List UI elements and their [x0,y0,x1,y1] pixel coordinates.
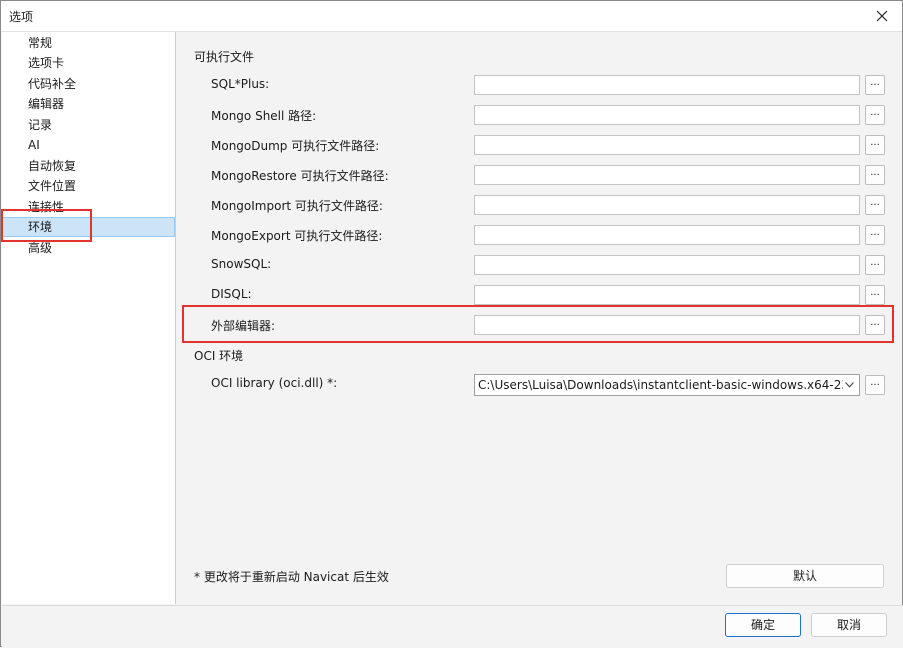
external-editor-browse-button[interactable]: ... [865,315,885,335]
sidebar-item-file-location[interactable]: 文件位置 [2,176,175,196]
close-button[interactable] [862,1,902,31]
snowsql-path-input[interactable] [474,255,860,275]
close-icon [876,10,888,22]
ok-button[interactable]: 确定 [725,613,801,637]
options-category-list: 常规 选项卡 代码补全 编辑器 记录 AI 自动恢复 文件位置 连接性 环境 高… [2,32,176,604]
sidebar-item-ai[interactable]: AI [2,135,175,155]
title-bar: 选项 [1,1,902,32]
mongodump-browse-button[interactable]: ... [865,135,885,155]
external-editor-path-input[interactable] [474,315,860,335]
mongoimport-path-input[interactable] [474,195,860,215]
sidebar-item-editor[interactable]: 编辑器 [2,94,175,114]
restart-note: * 更改将于重新启动 Navicat 后生效 [194,570,389,584]
disql-label: DISQL: [211,287,252,301]
mongoimport-browse-button[interactable]: ... [865,195,885,215]
mongo-shell-browse-button[interactable]: ... [865,105,885,125]
sidebar-item-advanced[interactable]: 高级 [2,238,175,258]
sidebar-item-logging[interactable]: 记录 [2,115,175,135]
mongo-shell-path-input[interactable] [474,105,860,125]
sidebar-item-tabs[interactable]: 选项卡 [2,53,175,73]
oci-library-select[interactable]: C:\Users\Luisa\Downloads\instantclient-b… [474,374,860,396]
sidebar-item-connectivity[interactable]: 连接性 [2,197,175,217]
mongorestore-path-input[interactable] [474,165,860,185]
options-dialog: 选项 常规 选项卡 代码补全 编辑器 记录 AI 自动恢复 文件位置 连接性 环… [0,0,903,648]
disql-path-input[interactable] [474,285,860,305]
sqlplus-browse-button[interactable]: ... [865,75,885,95]
mongodump-label: MongoDump 可执行文件路径: [211,139,380,153]
mongoexport-label: MongoExport 可执行文件路径: [211,229,383,243]
dialog-footer: 确定 取消 [2,605,903,648]
executables-section-title: 可执行文件 [194,50,255,64]
oci-section-title: OCI 环境 [194,349,244,363]
default-button[interactable]: 默认 [726,564,884,588]
chevron-down-icon [843,375,855,395]
mongoexport-path-input[interactable] [474,225,860,245]
mongoimport-label: MongoImport 可执行文件路径: [211,199,383,213]
sqlplus-label: SQL*Plus: [211,77,270,91]
sqlplus-path-input[interactable] [474,75,860,95]
sidebar-item-auto-recovery[interactable]: 自动恢复 [2,156,175,176]
snowsql-label: SnowSQL: [211,257,272,271]
environment-settings-panel: 可执行文件 SQL*Plus: ... Mongo Shell 路径: ... … [176,32,902,604]
snowsql-browse-button[interactable]: ... [865,255,885,275]
mongorestore-label: MongoRestore 可执行文件路径: [211,169,389,183]
sidebar-item-general[interactable]: 常规 [2,33,175,53]
disql-browse-button[interactable]: ... [865,285,885,305]
mongodump-path-input[interactable] [474,135,860,155]
oci-library-label: OCI library (oci.dll) *: [211,376,338,390]
mongorestore-browse-button[interactable]: ... [865,165,885,185]
cancel-button[interactable]: 取消 [811,613,887,637]
external-editor-label: 外部编辑器: [211,319,276,333]
oci-library-browse-button[interactable]: ... [865,375,885,395]
window-title: 选项 [9,10,34,24]
mongo-shell-label: Mongo Shell 路径: [211,109,317,123]
oci-library-value: C:\Users\Luisa\Downloads\instantclient-b… [478,378,850,392]
sidebar-item-code-completion[interactable]: 代码补全 [2,74,175,94]
mongoexport-browse-button[interactable]: ... [865,225,885,245]
sidebar-item-environment[interactable]: 环境 [2,217,175,237]
